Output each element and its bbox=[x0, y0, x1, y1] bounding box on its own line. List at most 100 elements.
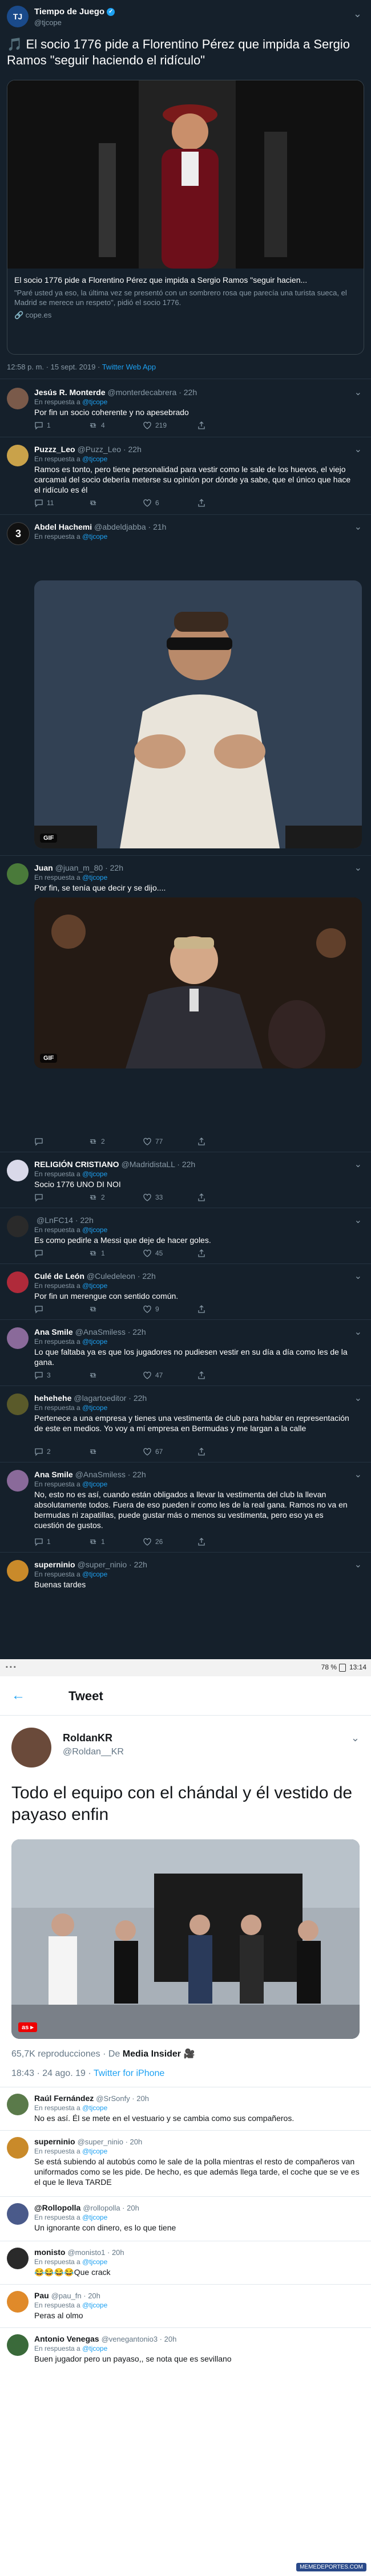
retweet-button[interactable] bbox=[88, 1305, 143, 1314]
reply-author[interactable]: Antonio Venegas @venegantonio3 · 20h bbox=[34, 2334, 176, 2343]
avatar[interactable] bbox=[7, 1271, 29, 1293]
share-button[interactable] bbox=[197, 1537, 251, 1546]
comment-button[interactable]: 1 bbox=[34, 1537, 88, 1546]
source-link[interactable]: Twitter for iPhone bbox=[94, 2069, 165, 2078]
reply-author[interactable]: Ana Smile @AnaSmiless · 22h bbox=[34, 1470, 146, 1479]
chevron-down-icon[interactable]: ⌄ bbox=[353, 8, 362, 20]
reply-author[interactable]: Culé de León @Culedeleon · 22h bbox=[34, 1271, 156, 1281]
comment-button[interactable] bbox=[34, 1137, 88, 1146]
reply-to-link[interactable]: @tjcope bbox=[82, 2258, 107, 2266]
reply-to-link[interactable]: @tjcope bbox=[82, 2104, 107, 2112]
share-button[interactable] bbox=[197, 1447, 251, 1456]
retweet-button[interactable]: 1 bbox=[88, 1249, 143, 1258]
source-link[interactable]: Twitter Web App bbox=[102, 363, 156, 371]
chevron-down-icon[interactable]: ⌄ bbox=[354, 1214, 362, 1226]
reply-author[interactable]: Abdel Hachemi @abdeldjabba · 21h bbox=[34, 522, 166, 531]
reply-to-link[interactable]: @tjcope bbox=[82, 1338, 107, 1346]
like-button[interactable]: 47 bbox=[143, 1371, 197, 1380]
reply-to-link[interactable]: @tjcope bbox=[82, 455, 107, 463]
reply-to-link[interactable]: @tjcope bbox=[82, 2301, 107, 2309]
reply-to-link[interactable]: @tjcope bbox=[82, 873, 107, 881]
avatar[interactable]: 3 bbox=[7, 522, 30, 545]
retweet-button[interactable]: 1 bbox=[88, 1537, 143, 1546]
avatar[interactable] bbox=[7, 1216, 29, 1237]
avatar[interactable]: TJ bbox=[7, 6, 29, 27]
share-button[interactable] bbox=[197, 1193, 251, 1202]
reply-to-link[interactable]: @tjcope bbox=[82, 1226, 107, 1234]
reply-author[interactable]: Raúl Fernández @SrSonfy · 20h bbox=[34, 2094, 149, 2103]
author-handle[interactable]: @tjcope bbox=[34, 18, 62, 27]
gif-media[interactable]: GIF bbox=[34, 580, 362, 848]
like-button[interactable]: 219 bbox=[143, 421, 197, 430]
reply-to-link[interactable]: @tjcope bbox=[82, 398, 107, 406]
back-arrow-icon[interactable]: ← bbox=[11, 1688, 25, 1704]
chevron-down-icon[interactable]: ⌄ bbox=[354, 1392, 362, 1404]
comment-button[interactable] bbox=[34, 1305, 88, 1314]
reply-to-link[interactable]: @tjcope bbox=[82, 2345, 107, 2352]
like-button[interactable]: 45 bbox=[143, 1249, 197, 1258]
avatar[interactable] bbox=[7, 1327, 29, 1349]
reply-author[interactable]: RELIGIÓN CRISTIANO @MadridistaLL · 22h bbox=[34, 1160, 195, 1169]
chevron-down-icon[interactable]: ⌄ bbox=[354, 862, 362, 873]
comment-button[interactable]: 1 bbox=[34, 421, 88, 430]
reply-to-link[interactable]: @tjcope bbox=[82, 2147, 107, 2155]
reply-to-link[interactable]: @tjcope bbox=[82, 1282, 107, 1290]
share-button[interactable] bbox=[197, 1305, 251, 1314]
like-button[interactable]: 9 bbox=[143, 1305, 197, 1314]
chevron-down-icon[interactable]: ⌄ bbox=[354, 1469, 362, 1480]
reply-author[interactable]: Juan @juan_m_80 · 22h bbox=[34, 863, 123, 872]
chevron-down-icon[interactable]: ⌄ bbox=[354, 387, 362, 398]
retweet-button[interactable] bbox=[88, 1371, 143, 1380]
avatar[interactable] bbox=[7, 2291, 29, 2313]
reply-author[interactable]: superninio @super_ninio · 22h bbox=[34, 1560, 147, 1569]
retweet-button[interactable]: 2 bbox=[88, 1137, 143, 1146]
retweet-button[interactable] bbox=[88, 498, 143, 507]
gif-media[interactable]: GIF bbox=[34, 897, 362, 1068]
reply-to-link[interactable]: @tjcope bbox=[82, 1480, 107, 1488]
like-button[interactable]: 6 bbox=[143, 498, 197, 507]
reply-author[interactable]: Pau @pau_fn · 20h bbox=[34, 2291, 100, 2300]
avatar[interactable] bbox=[7, 1393, 29, 1415]
avatar[interactable] bbox=[7, 1560, 29, 1582]
avatar[interactable] bbox=[7, 2137, 29, 2159]
reply-author[interactable]: monisto @monisto1 · 20h bbox=[34, 2248, 124, 2257]
retweet-button[interactable]: 2 bbox=[88, 1193, 143, 1202]
comment-button[interactable]: 3 bbox=[34, 1371, 88, 1380]
chevron-down-icon[interactable]: ⌄ bbox=[351, 1732, 360, 1744]
chevron-down-icon[interactable]: ⌄ bbox=[354, 1559, 362, 1570]
chevron-down-icon[interactable]: ⌄ bbox=[354, 1270, 362, 1282]
retweet-button[interactable]: 4 bbox=[88, 421, 143, 430]
reply-to-link[interactable]: @tjcope bbox=[82, 1570, 107, 1578]
reply-to-link[interactable]: @tjcope bbox=[82, 1404, 107, 1412]
comment-button[interactable]: 11 bbox=[34, 498, 88, 507]
chevron-down-icon[interactable]: ⌄ bbox=[354, 1159, 362, 1170]
reply-to-link[interactable]: @tjcope bbox=[82, 533, 107, 541]
reply-to-link[interactable]: @tjcope bbox=[82, 1170, 107, 1178]
comment-button[interactable] bbox=[34, 1193, 88, 1202]
author-name[interactable]: Tiempo de Juego ✓ bbox=[34, 7, 115, 17]
reply-author[interactable]: Puzzz_Leo @Puzz_Leo · 22h bbox=[34, 445, 142, 454]
like-button[interactable]: 26 bbox=[143, 1537, 197, 1546]
avatar[interactable] bbox=[7, 388, 29, 409]
avatar[interactable] bbox=[7, 2334, 29, 2356]
video-media[interactable]: as ▸ bbox=[11, 1839, 360, 2039]
avatar[interactable] bbox=[11, 1728, 51, 1768]
avatar[interactable] bbox=[7, 863, 29, 885]
share-button[interactable] bbox=[197, 498, 251, 507]
like-button[interactable]: 33 bbox=[143, 1193, 197, 1202]
share-button[interactable] bbox=[197, 1249, 251, 1258]
reply-to-link[interactable]: @tjcope bbox=[82, 2213, 107, 2221]
like-button[interactable]: 67 bbox=[143, 1447, 197, 1456]
comment-button[interactable] bbox=[34, 1249, 88, 1258]
share-button[interactable] bbox=[197, 1137, 251, 1146]
avatar[interactable] bbox=[7, 2203, 29, 2225]
chevron-down-icon[interactable]: ⌄ bbox=[354, 1326, 362, 1338]
avatar[interactable] bbox=[7, 1470, 29, 1492]
share-button[interactable] bbox=[197, 421, 251, 430]
reply-author[interactable]: Ana Smile @AnaSmiless · 22h bbox=[34, 1327, 146, 1336]
share-button[interactable] bbox=[197, 1371, 251, 1380]
reply-author[interactable]: Jesús R. Monterde @monterdecabrera · 22h bbox=[34, 388, 197, 397]
reply-author[interactable]: superninio @super_ninio · 20h bbox=[34, 2137, 142, 2146]
like-button[interactable]: 77 bbox=[143, 1137, 197, 1146]
avatar[interactable] bbox=[7, 1160, 29, 1181]
